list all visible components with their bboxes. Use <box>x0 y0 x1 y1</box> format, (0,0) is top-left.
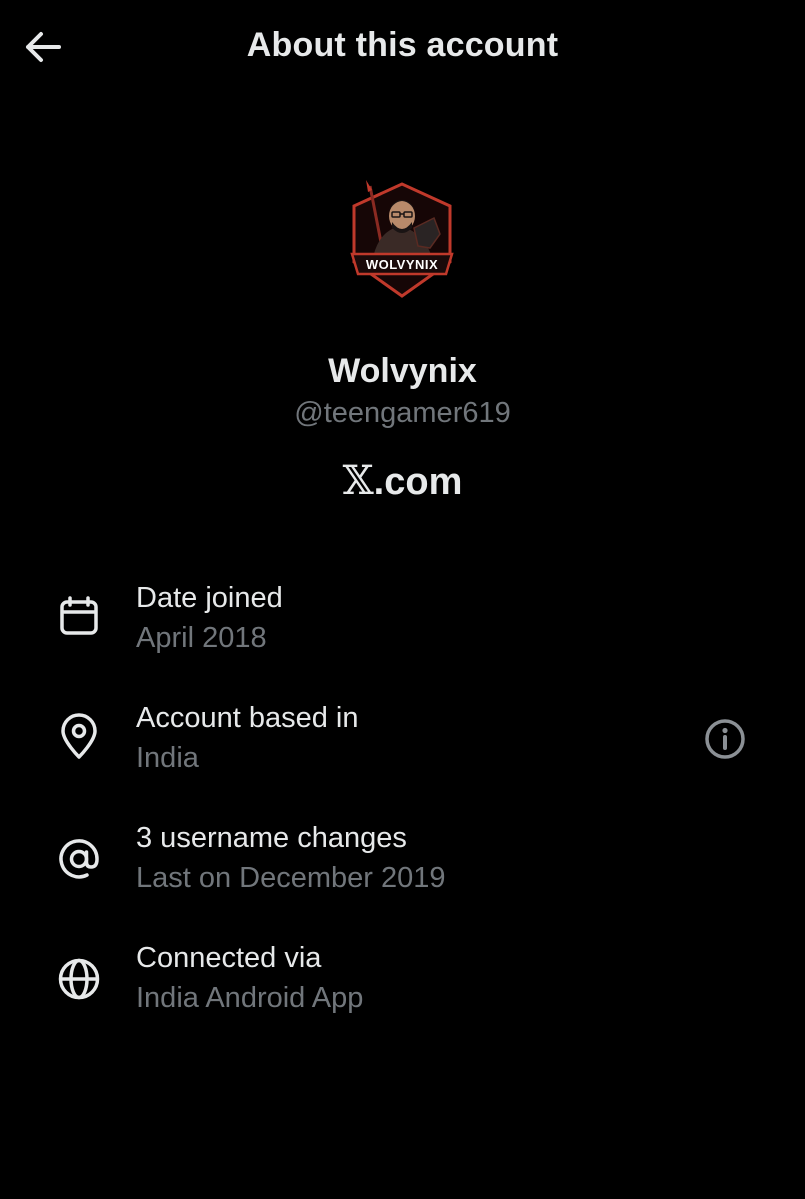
top-bar: About this account <box>0 0 805 96</box>
info-title: 3 username changes <box>136 822 407 854</box>
info-row-date-joined: Date joined April 2018 <box>0 580 805 680</box>
info-value: April 2018 <box>136 622 267 654</box>
globe-icon <box>54 954 104 1004</box>
account-location-info-button[interactable] <box>700 714 750 764</box>
info-title: Account based in <box>136 702 359 734</box>
info-row-account-based-in: Account based in India <box>0 700 805 800</box>
avatar[interactable]: WOLVYNIX <box>342 176 462 304</box>
location-pin-icon <box>54 712 104 762</box>
info-title: Connected via <box>136 942 322 974</box>
info-row-connected-via: Connected via India Android App <box>0 940 805 1040</box>
info-value: Last on December 2019 <box>136 862 446 894</box>
calendar-icon <box>54 592 104 642</box>
x-logo-icon: 𝕏 <box>342 458 374 504</box>
brand-suffix: .com <box>373 461 463 503</box>
platform-brand: 𝕏.com <box>0 458 805 504</box>
profile-name: Wolvynix <box>328 352 477 390</box>
page-title: About this account <box>246 26 559 64</box>
info-title: Date joined <box>136 582 283 614</box>
at-sign-icon <box>54 834 104 884</box>
wolvynix-logo: WOLVYNIX <box>350 180 454 298</box>
profile-handle: @teengamer619 <box>294 397 511 429</box>
info-value: India Android App <box>136 982 364 1014</box>
info-circle-icon <box>705 719 745 759</box>
logo-text: WOLVYNIX <box>366 257 438 272</box>
info-value: India <box>136 742 199 774</box>
info-row-username-changes: 3 username changes Last on December 2019 <box>0 820 805 920</box>
